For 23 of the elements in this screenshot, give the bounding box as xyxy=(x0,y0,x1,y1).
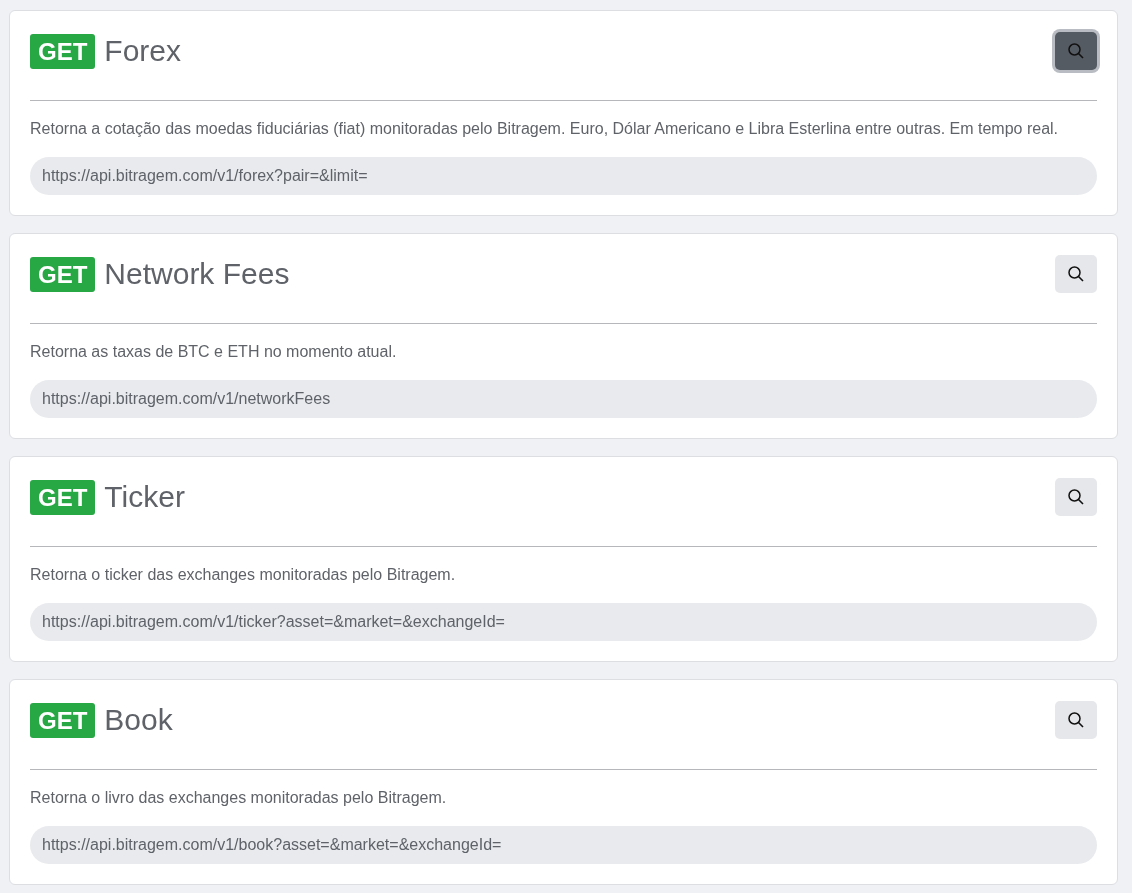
method-badge: GET xyxy=(30,479,96,515)
method-badge: GET xyxy=(30,256,96,292)
endpoint-title: Network Fees xyxy=(104,256,290,292)
endpoint-title: Forex xyxy=(104,33,182,69)
method-badge: GET xyxy=(30,702,96,738)
endpoint-description: Retorna o livro das exchanges monitoradas pelo Bitragem. xyxy=(30,788,448,808)
endpoint-title: Book xyxy=(104,702,173,738)
url-field[interactable]: https://api.bitragem.com/v1/ticker?asset=&market=&exchangeId= xyxy=(30,603,1097,641)
search-icon xyxy=(1067,265,1085,283)
method-badge: GET xyxy=(30,33,96,69)
search-icon xyxy=(1067,42,1085,60)
endpoint-description: Retorna as taxas de BTC e ETH no momento atual. xyxy=(30,342,398,362)
endpoint-description: Retorna o ticker das exchanges monitoradas pelo Bitragem. xyxy=(30,565,457,585)
search-button[interactable] xyxy=(1055,255,1097,293)
search-icon xyxy=(1067,711,1085,729)
search-button[interactable] xyxy=(1055,701,1097,739)
url-field[interactable]: https://api.bitragem.com/v1/networkFees xyxy=(30,380,1097,418)
endpoint-title: Ticker xyxy=(104,479,185,515)
search-button[interactable] xyxy=(1055,478,1097,516)
url-field[interactable]: https://api.bitragem.com/v1/forex?pair=&limit= xyxy=(30,157,1097,195)
search-icon xyxy=(1067,488,1085,506)
url-field[interactable]: https://api.bitragem.com/v1/book?asset=&market=&exchangeId= xyxy=(30,826,1097,864)
endpoint-description: Retorna a cotação das moedas fiduciárias (fiat) monitoradas pelo Bitragem. Euro, Dólar Americano e Libra Esterlina entre outras. Em tempo real. xyxy=(30,119,1060,139)
